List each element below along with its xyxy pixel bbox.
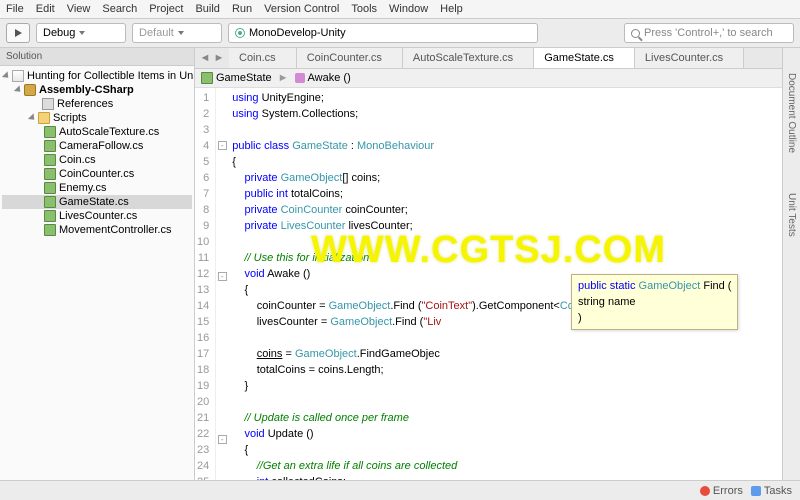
solution-root[interactable]: Hunting for Collectible Items in Unity xyxy=(2,69,192,83)
menu-run[interactable]: Run xyxy=(232,3,252,15)
nav-fwd[interactable]: ► xyxy=(213,52,225,64)
bc-class[interactable]: GameState xyxy=(201,72,272,84)
tab-Coin-cs[interactable]: Coin.cs xyxy=(229,48,297,68)
tab-bar: ◄► Coin.csCoinCounter.csAutoScaleTexture… xyxy=(195,48,782,69)
references-node[interactable]: References xyxy=(2,97,192,111)
file-CoinCounter-cs[interactable]: CoinCounter.cs xyxy=(2,167,192,181)
run-button[interactable] xyxy=(6,23,30,43)
toolbar: Debug Default MonoDevelop-Unity Press 'C… xyxy=(0,19,800,48)
chevron-down-icon xyxy=(178,31,184,35)
tab-GameState-cs[interactable]: GameState.cs xyxy=(534,48,635,68)
intellisense-tooltip: public static GameObject Find ( string n… xyxy=(571,274,738,330)
chevron-down-icon xyxy=(79,31,85,35)
file-GameState-cs[interactable]: GameState.cs xyxy=(2,195,192,209)
search-icon xyxy=(631,29,640,38)
default-dropdown[interactable]: Default xyxy=(132,23,222,43)
cs-file-icon xyxy=(44,182,56,194)
solution-tree[interactable]: Hunting for Collectible Items in UnityAs… xyxy=(0,66,194,482)
cs-file-icon xyxy=(44,210,56,222)
cs-file-icon xyxy=(44,140,56,152)
menu-bar: File Edit View Search Project Build Run Version… xyxy=(0,0,800,19)
class-icon xyxy=(201,72,213,84)
menu-edit[interactable]: Edit xyxy=(36,3,55,15)
solution-panel: Solution Hunting for Collectible Items i… xyxy=(0,48,195,482)
cs-file-icon xyxy=(44,126,56,138)
tasks-button[interactable]: Tasks xyxy=(751,485,792,497)
status-bar: Errors Tasks xyxy=(0,480,800,500)
project-node[interactable]: Assembly-CSharp xyxy=(2,83,192,97)
file-MovementController-cs[interactable]: MovementController.cs xyxy=(2,223,192,237)
unit-tests-tab[interactable]: Unit Tests xyxy=(783,188,800,242)
solution-header: Solution xyxy=(0,48,194,66)
menu-tools[interactable]: Tools xyxy=(351,3,377,15)
menu-help[interactable]: Help xyxy=(440,3,463,15)
cs-file-icon xyxy=(44,196,56,208)
tab-AutoScaleTexture-cs[interactable]: AutoScaleTexture.cs xyxy=(403,48,534,68)
bc-method[interactable]: Awake () xyxy=(295,72,351,84)
file-LivesCounter-cs[interactable]: LivesCounter.cs xyxy=(2,209,192,223)
menu-file[interactable]: File xyxy=(6,3,24,15)
config-dropdown[interactable]: Debug xyxy=(36,23,126,43)
editor-area: ◄► Coin.csCoinCounter.csAutoScaleTexture… xyxy=(195,48,782,482)
file-Coin-cs[interactable]: Coin.cs xyxy=(2,153,192,167)
nav-back[interactable]: ◄ xyxy=(199,52,211,64)
cs-file-icon xyxy=(44,224,56,236)
menu-project[interactable]: Project xyxy=(149,3,183,15)
errors-button[interactable]: Errors xyxy=(700,485,743,497)
method-icon xyxy=(295,73,305,83)
menu-version-control[interactable]: Version Control xyxy=(264,3,339,15)
target-icon xyxy=(235,28,245,38)
side-tabs: Document Outline Unit Tests xyxy=(782,48,800,482)
menu-search[interactable]: Search xyxy=(102,3,137,15)
tab-LivesCounter-cs[interactable]: LivesCounter.cs xyxy=(635,48,744,68)
search-input[interactable]: Press 'Control+,' to search xyxy=(624,23,794,43)
file-CameraFollow-cs[interactable]: CameraFollow.cs xyxy=(2,139,192,153)
tab-CoinCounter-cs[interactable]: CoinCounter.cs xyxy=(297,48,403,68)
cs-file-icon xyxy=(44,168,56,180)
doc-outline-tab[interactable]: Document Outline xyxy=(783,68,800,158)
menu-build[interactable]: Build xyxy=(195,3,219,15)
menu-window[interactable]: Window xyxy=(389,3,428,15)
scripts-folder[interactable]: Scripts xyxy=(2,111,192,125)
target-dropdown[interactable]: MonoDevelop-Unity xyxy=(228,23,538,43)
error-icon xyxy=(700,486,710,496)
file-Enemy-cs[interactable]: Enemy.cs xyxy=(2,181,192,195)
task-icon xyxy=(751,486,761,496)
code-editor[interactable]: 1234567891011121314151617181920212223242… xyxy=(195,88,782,482)
file-AutoScaleTexture-cs[interactable]: AutoScaleTexture.cs xyxy=(2,125,192,139)
cs-file-icon xyxy=(44,154,56,166)
breadcrumb: GameState ► Awake () xyxy=(195,69,782,88)
menu-view[interactable]: View xyxy=(67,3,91,15)
